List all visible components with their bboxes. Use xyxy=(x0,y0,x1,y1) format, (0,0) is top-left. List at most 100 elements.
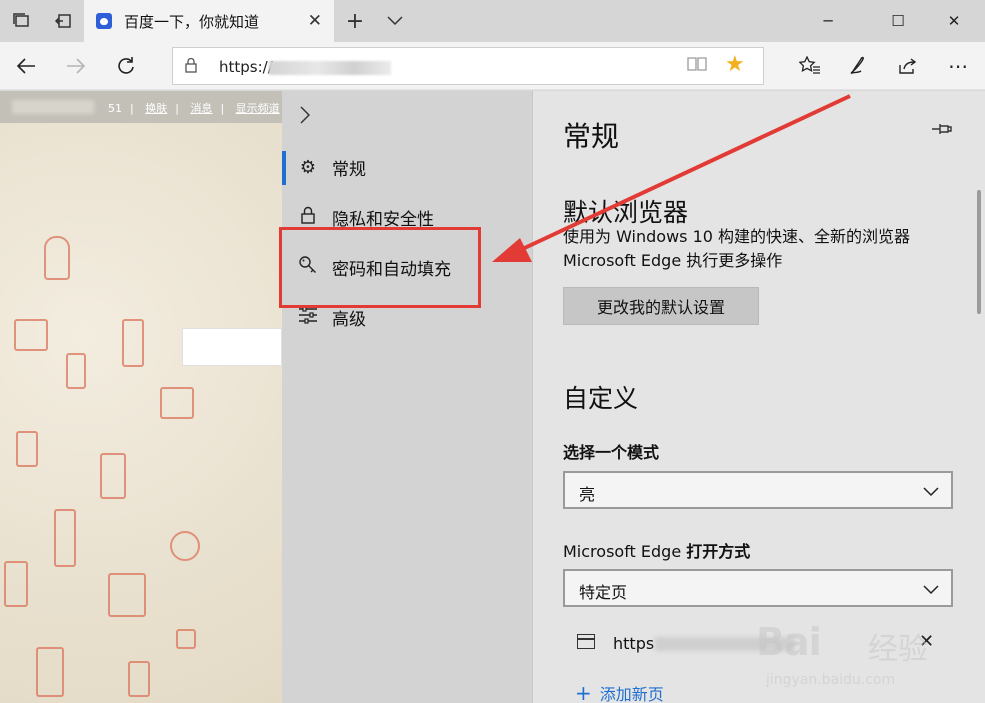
change-default-button[interactable]: 更改我的默认设置 xyxy=(563,287,759,325)
pen-icon xyxy=(850,56,864,75)
address-bar[interactable]: https:// ★ xyxy=(172,47,764,85)
link-skin[interactable]: 换肤 xyxy=(145,102,167,115)
watermark-url: jingyan.baidu.com xyxy=(766,672,896,688)
blurred-username xyxy=(12,100,94,114)
lock-icon xyxy=(185,57,197,77)
gear-icon: ⚙ xyxy=(299,156,317,178)
favorites-button[interactable] xyxy=(790,46,830,86)
more-button[interactable]: ⋯ xyxy=(938,46,978,86)
theme-label: 选择一个模式 xyxy=(563,443,660,462)
default-browser-desc-line2: Microsoft Edge 执行更多操作 xyxy=(563,251,783,270)
page-top-links: 51 | 换肤 | 消息 | 显示频道 xyxy=(108,102,280,115)
watermark-logo-cn: 经验 xyxy=(868,632,928,667)
chevron-right-icon xyxy=(300,106,311,124)
open-with-label: Microsoft Edge 打开方式 xyxy=(563,538,750,562)
favorite-star-icon[interactable]: ★ xyxy=(725,52,745,77)
title-bar: 百度一下，你就知道 ✕ + ─ ☐ ✕ xyxy=(0,0,985,42)
tab-manager-button[interactable] xyxy=(0,0,42,42)
decorative-seal xyxy=(16,431,38,467)
open-with-label-suffix: 打开方式 xyxy=(686,542,751,561)
decorative-seal xyxy=(54,509,76,567)
more-dots-icon: ⋯ xyxy=(948,54,968,78)
tab-baidu[interactable]: 百度一下，你就知道 ✕ xyxy=(84,0,334,42)
page-window-icon xyxy=(577,634,595,649)
tab-title: 百度一下，你就知道 xyxy=(124,12,260,31)
tab-stack-icon xyxy=(13,13,29,27)
watermark-logo: Bai xyxy=(756,620,822,664)
refresh-icon xyxy=(118,57,134,74)
web-page-content: 51 | 换肤 | 消息 | 显示频道 xyxy=(0,91,282,703)
plus-icon: + xyxy=(345,8,365,34)
maximize-icon: ☐ xyxy=(891,12,905,30)
expand-panel-button[interactable] xyxy=(300,105,311,129)
open-with-select-value: 特定页 xyxy=(579,583,628,602)
specific-page-url: https xyxy=(613,634,655,653)
link-channels[interactable]: 显示频道 xyxy=(236,102,280,115)
decorative-seal xyxy=(100,453,126,499)
share-icon xyxy=(899,58,917,74)
nav-item-label: 常规 xyxy=(332,159,366,180)
decorative-seal xyxy=(170,531,200,561)
decorative-seal xyxy=(128,661,150,697)
web-note-button[interactable] xyxy=(838,46,878,86)
theme-select[interactable]: 亮 xyxy=(563,471,953,509)
annotation-highlight-box xyxy=(279,227,481,308)
decorative-seal xyxy=(36,647,64,697)
nav-item-general[interactable]: ⚙ 常规 xyxy=(282,143,532,191)
theme-select-value: 亮 xyxy=(579,485,596,504)
forward-button[interactable] xyxy=(56,46,96,86)
default-browser-heading: 默认浏览器 xyxy=(563,198,689,227)
navigation-bar: https:// ★ ⋯ xyxy=(0,42,985,90)
minimize-icon: ─ xyxy=(823,12,833,30)
arrow-right-icon xyxy=(67,58,86,74)
back-button[interactable] xyxy=(6,46,46,86)
minimize-button[interactable]: ─ xyxy=(806,0,850,42)
decorative-seal xyxy=(4,561,28,607)
page-search-input[interactable] xyxy=(182,328,282,366)
decorative-seal xyxy=(14,319,48,351)
tab-list-button[interactable] xyxy=(374,0,416,42)
favorites-list-icon xyxy=(799,56,820,74)
add-page-button[interactable]: + 添加新页 xyxy=(575,681,664,703)
customize-heading: 自定义 xyxy=(563,384,639,413)
settings-nav-panel: ⚙ 常规 隐私和安全性 密码和自动填充 高级 xyxy=(282,91,532,703)
refresh-button[interactable] xyxy=(106,46,146,86)
blurred-url xyxy=(269,61,391,75)
tab-close-icon[interactable]: ✕ xyxy=(308,11,322,31)
decorative-seal xyxy=(108,573,146,617)
nav-item-label: 隐私和安全性 xyxy=(332,209,434,230)
message-count: 51 xyxy=(108,102,122,115)
arrow-left-icon xyxy=(16,58,35,74)
tabs-aside-button[interactable] xyxy=(42,0,84,42)
decorative-seal xyxy=(44,236,70,280)
plus-icon: + xyxy=(575,681,592,703)
lock-icon xyxy=(282,206,332,229)
share-button[interactable] xyxy=(888,46,928,86)
url-text: https:// xyxy=(219,58,273,76)
baidu-paw-icon xyxy=(96,13,112,29)
decorative-seal xyxy=(176,629,196,649)
open-with-select[interactable]: 特定页 xyxy=(563,569,953,607)
close-icon: ✕ xyxy=(947,12,961,30)
maximize-button[interactable]: ☐ xyxy=(876,0,920,42)
link-messages[interactable]: 消息 xyxy=(190,102,212,115)
default-browser-desc-line1: 使用为 Windows 10 构建的快速、全新的浏览器 xyxy=(563,227,911,246)
sliders-icon xyxy=(282,305,332,329)
add-page-label: 添加新页 xyxy=(599,685,664,703)
chevron-down-icon xyxy=(923,577,939,599)
page-top-bar: 51 | 换肤 | 消息 | 显示频道 xyxy=(0,91,282,123)
baidu-jingyan-watermark: Bai 经验 jingyan.baidu.com xyxy=(756,612,976,692)
close-window-button[interactable]: ✕ xyxy=(932,0,976,42)
decorative-seal xyxy=(160,387,194,419)
settings-scrollbar[interactable] xyxy=(977,190,981,314)
nav-item-label: 高级 xyxy=(332,309,366,330)
reading-view-icon[interactable] xyxy=(687,56,707,76)
set-aside-icon xyxy=(54,14,71,28)
selection-indicator xyxy=(282,151,286,185)
chevron-down-icon xyxy=(923,479,939,501)
open-with-label-prefix: Microsoft Edge xyxy=(563,542,682,561)
decorative-seal xyxy=(66,353,86,389)
pin-icon[interactable] xyxy=(931,121,953,140)
new-tab-button[interactable]: + xyxy=(334,0,376,42)
decorative-seal xyxy=(122,319,144,367)
